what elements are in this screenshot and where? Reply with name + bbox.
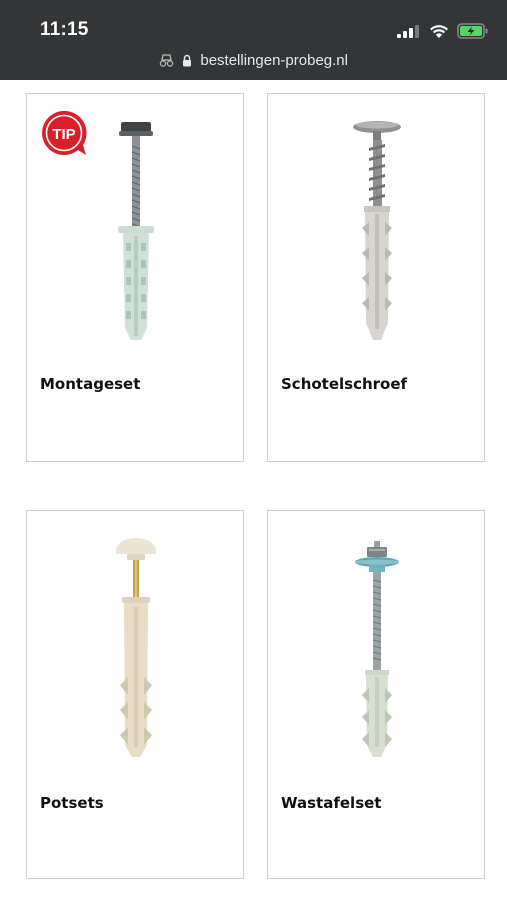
reader-glasses-icon[interactable] [159,54,174,67]
url-text: bestellingen-probeg.nl [200,52,348,69]
address-bar[interactable]: bestellingen-probeg.nl [0,52,507,69]
montageset-product-image [118,122,154,340]
product-title[interactable]: Schotelschroef [281,375,407,393]
status-icons [397,22,489,40]
wifi-icon [430,24,448,38]
schotelschroef-product-image [353,121,401,340]
product-card-montageset[interactable]: TIP Montageset [26,93,244,462]
tip-badge: TIP [42,110,87,155]
product-card-wastafelset[interactable]: Wastafelset [267,510,485,879]
product-title[interactable]: Potsets [40,794,104,812]
tip-badge-label: TIP [52,126,75,143]
potsets-product-image [116,538,156,757]
product-card-schotelschroef[interactable]: Schotelschroef [267,93,485,462]
signal-icon [397,25,419,38]
lock-icon [183,54,192,67]
wastafelset-product-image [355,541,399,757]
product-title[interactable]: Montageset [40,375,140,393]
product-card-potsets[interactable]: Potsets [26,510,244,879]
product-title[interactable]: Wastafelset [281,794,381,812]
battery-icon [457,23,488,39]
status-time: 11:15 [40,19,89,40]
browser-top-bar: 11:15 bestellingen-probeg.nl [0,0,507,80]
